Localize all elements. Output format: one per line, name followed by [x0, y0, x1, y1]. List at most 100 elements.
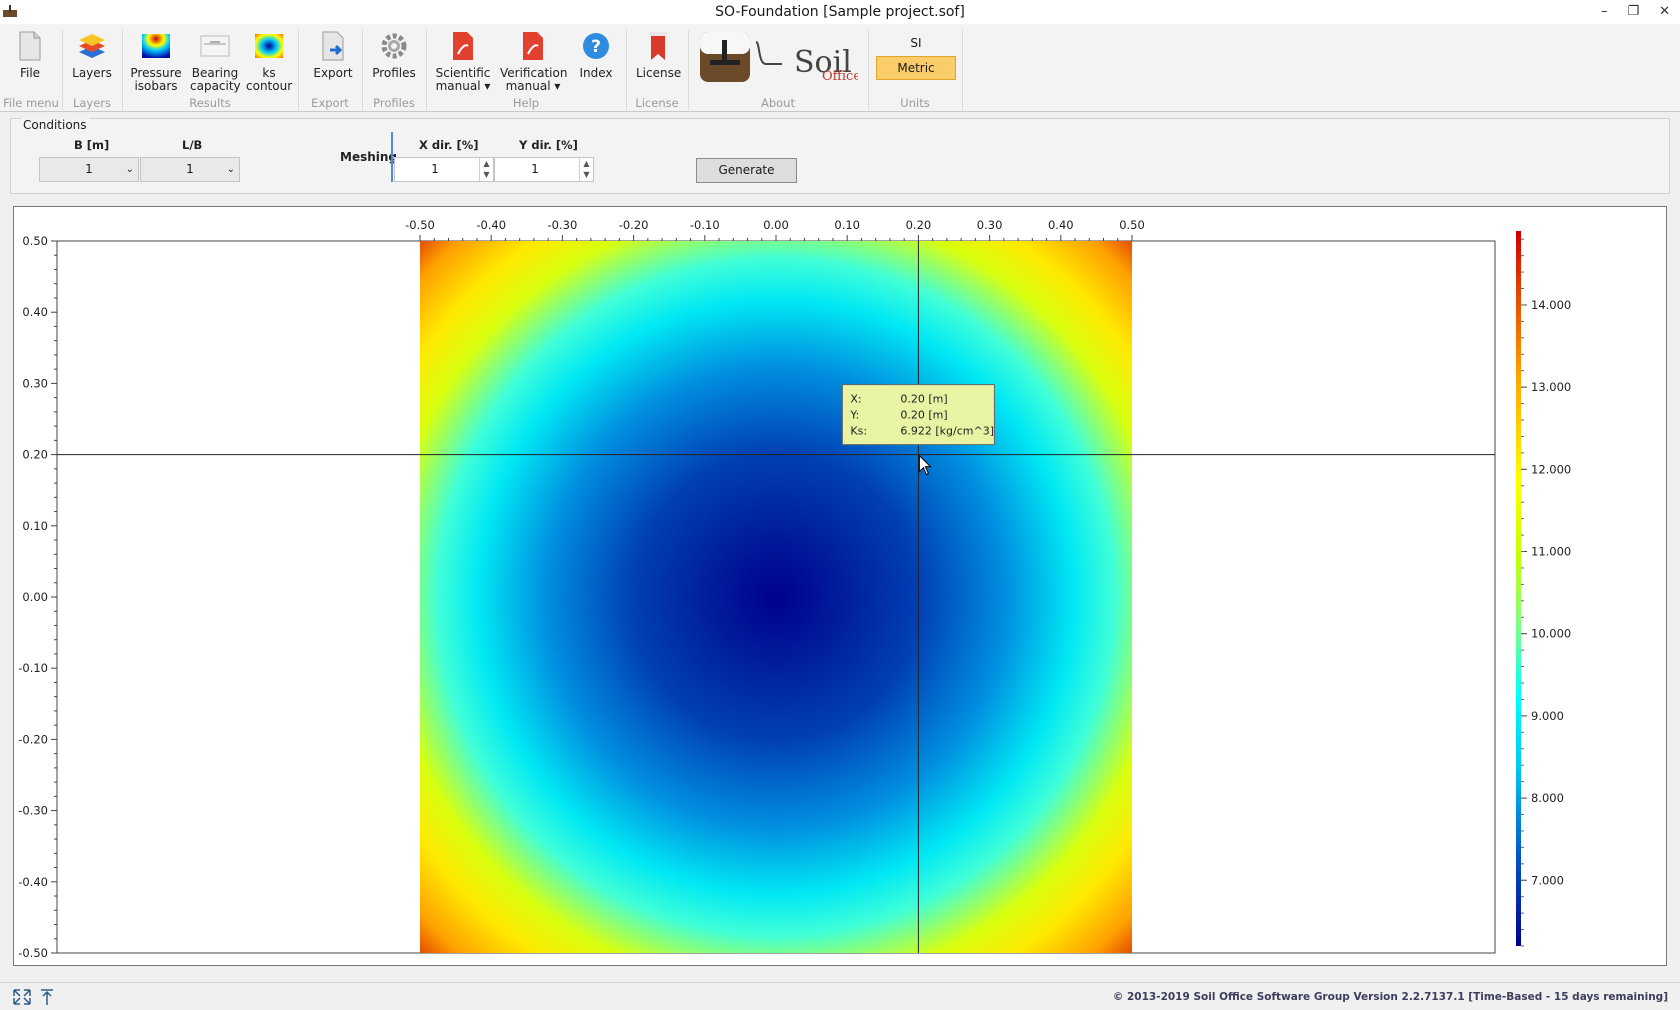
export-button[interactable]: Export — [311, 26, 355, 80]
pressure-label-2: isobars — [134, 79, 178, 93]
verification-label-2: manual ▾ — [505, 79, 561, 93]
colorbar-tick-label: 13.000 — [1531, 380, 1571, 394]
file-label: File — [19, 66, 41, 80]
colorbar-tick-label: 12.000 — [1531, 462, 1571, 476]
svg-text:?: ? — [591, 37, 601, 57]
y-tick-label: 0.10 — [22, 519, 48, 533]
x-tick-label: 0.50 — [1119, 218, 1145, 232]
x-tick-label: 0.20 — [906, 218, 932, 232]
gear-icon — [381, 33, 407, 59]
y-tick-label: 0.30 — [22, 376, 48, 390]
ks-heatmap-svg[interactable]: -0.50 -0.40 -0.30 -0.20 -0.10 0.00 0.10 0.20 0.3… — [14, 207, 1668, 967]
x-tick-label: -0.30 — [548, 218, 578, 232]
bearing-label-1: Bearing — [191, 66, 239, 80]
colorbar-tick-label: 14.000 — [1531, 298, 1571, 312]
ks-contour-icon — [255, 34, 283, 58]
scientific-label-2: manual ▾ — [435, 79, 491, 93]
ks-heatmap-field — [420, 241, 1132, 953]
x-dir-label: X dir. [%] — [419, 138, 479, 152]
group-label-export: Export — [311, 96, 349, 110]
tooltip-x-value: 0.20 [m] — [900, 393, 947, 406]
close-button[interactable]: ✕ — [1659, 0, 1670, 24]
generate-button[interactable]: Generate — [696, 158, 797, 183]
tooltip-ks-value: 6.922 [kg/cm^3] — [900, 425, 994, 438]
logo-sub: Office — [822, 69, 858, 84]
profiles-label: Profiles — [372, 66, 416, 80]
app-icon — [3, 5, 17, 17]
index-label: Index — [579, 66, 613, 80]
verification-manual-button[interactable]: Verification manual ▾ — [500, 26, 567, 93]
colorbar-tick-label: 11.000 — [1531, 545, 1571, 559]
window-title: SO-Foundation [Sample project.sof] — [715, 4, 965, 20]
file-button[interactable]: File — [10, 26, 50, 80]
about-logo[interactable]: Soil Office — [698, 30, 858, 86]
units-metric-button[interactable]: Metric — [876, 56, 956, 80]
ks-contour-button[interactable]: ks contour — [246, 26, 292, 93]
help-icon: ? — [583, 33, 609, 59]
y-tick-label: 0.40 — [22, 305, 48, 319]
expand-icon[interactable] — [12, 988, 32, 1006]
separator — [962, 30, 963, 110]
bearing-capacity-icon — [200, 35, 230, 57]
group-label-about: About — [760, 96, 795, 110]
group-label-results: Results — [189, 96, 231, 110]
bookmark-icon — [649, 32, 667, 60]
scientific-manual-button[interactable]: Scientific manual ▾ — [434, 26, 492, 93]
bearing-label-2: capacity — [190, 79, 241, 93]
x-dir-value: 1 — [431, 162, 439, 176]
tooltip-y-label: Y: — [849, 409, 859, 422]
tooltip-ks-label: Ks: — [850, 425, 867, 438]
export-icon — [322, 31, 344, 61]
y-tick-label: -0.30 — [18, 804, 48, 818]
b-select[interactable]: 1 ⌄ — [39, 157, 139, 182]
lb-label: L/B — [182, 138, 203, 152]
layers-icon — [79, 34, 105, 58]
colorbar — [1516, 231, 1521, 946]
stepper-arrows-icon[interactable]: ▲ ▼ — [579, 158, 593, 181]
colorbar-tick-label: 9.000 — [1531, 709, 1564, 723]
bearing-capacity-button[interactable]: Bearing capacity — [190, 26, 241, 93]
pressure-label-1: Pressure — [130, 66, 182, 80]
pressure-isobars-button[interactable]: Pressure isobars — [128, 26, 184, 93]
x-tick-label: 0.00 — [763, 218, 789, 232]
group-label-profiles: Profiles — [373, 96, 415, 110]
file-icon — [19, 31, 41, 61]
y-dir-stepper[interactable]: 1 ▲ ▼ — [494, 157, 594, 182]
lb-select[interactable]: 1 ⌄ — [140, 157, 240, 182]
meshing-divider — [391, 132, 393, 182]
index-button[interactable]: ? Index — [576, 26, 616, 80]
units-si-button[interactable]: SI — [876, 36, 956, 50]
lb-value: 1 — [186, 162, 194, 176]
colorbar-tick-label: 10.000 — [1531, 627, 1571, 641]
layers-button[interactable]: Layers — [70, 26, 114, 80]
y-tick-label: -0.40 — [18, 875, 48, 889]
scroll-top-icon[interactable] — [40, 988, 54, 1006]
x-tick-label: 0.10 — [834, 218, 860, 232]
license-button[interactable]: License — [636, 26, 681, 80]
y-tick-label: -0.10 — [18, 661, 48, 675]
y-dir-value: 1 — [531, 162, 539, 176]
x-tick-label: -0.20 — [619, 218, 649, 232]
b-label: B [m] — [74, 138, 110, 152]
x-tick-label: 0.40 — [1048, 218, 1074, 232]
stepper-arrows-icon[interactable]: ▲ ▼ — [479, 158, 493, 181]
x-tick-label: -0.50 — [405, 218, 435, 232]
x-dir-stepper[interactable]: 1 ▲ ▼ — [394, 157, 494, 182]
export-label: Export — [313, 66, 353, 80]
scientific-label-1: Scientific — [435, 66, 491, 80]
minimize-button[interactable]: – — [1601, 0, 1608, 24]
restore-button[interactable]: ❐ — [1627, 0, 1639, 24]
title-bar: SO-Foundation [Sample project.sof] – ❐ ✕ — [0, 0, 1680, 24]
value-tooltip: X: 0.20 [m] Y: 0.20 [m] Ks: 6.922 [kg/cm… — [841, 384, 995, 446]
conditions-legend: Conditions — [21, 118, 89, 132]
layers-label: Layers — [72, 66, 112, 80]
colorbar-tick-label: 8.000 — [1531, 791, 1564, 805]
ks-label-2: contour — [246, 79, 293, 93]
ks-contour-plot[interactable]: -0.50 -0.40 -0.30 -0.20 -0.10 0.00 0.10 0.20 0.3… — [13, 206, 1667, 966]
ks-label-1: ks — [262, 66, 276, 80]
y-dir-label: Y dir. [%] — [519, 138, 578, 152]
y-tick-label: -0.50 — [18, 946, 48, 960]
profiles-button[interactable]: Profiles — [370, 26, 418, 80]
group-label-units: Units — [900, 96, 930, 110]
group-label-help: Help — [512, 96, 540, 110]
